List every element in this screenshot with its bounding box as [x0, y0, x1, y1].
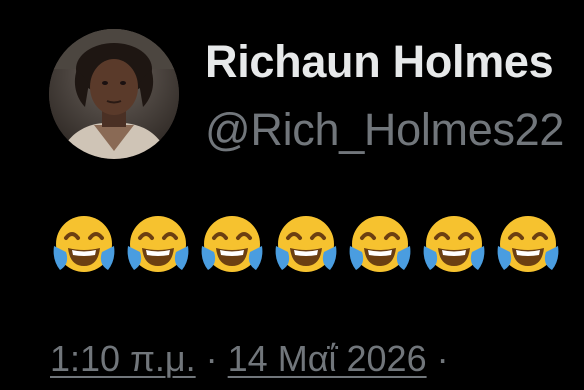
timestamp-time[interactable]: 1:10 π.μ. [50, 338, 196, 379]
face-with-tears-of-joy-icon [53, 216, 115, 272]
tweet-text [50, 208, 562, 276]
author-info: Richaun Holmes @Rich_Holmes22 [205, 34, 564, 158]
author-handle[interactable]: @Rich_Holmes22 [205, 102, 564, 158]
face-with-tears-of-joy-icon [497, 216, 559, 272]
face-with-tears-of-joy-icon [423, 216, 485, 272]
timestamp-separator: · [205, 338, 218, 379]
face-with-tears-of-joy-icon [201, 216, 263, 272]
face-with-tears-of-joy-icon [127, 216, 189, 272]
avatar-photo [49, 29, 179, 159]
trailing-separator: · [436, 338, 449, 379]
author-avatar[interactable] [49, 29, 179, 159]
tweet-timestamp: 1:10 π.μ. · 14 Μαΐ 2026 · [50, 336, 459, 382]
face-with-tears-of-joy-icon [349, 216, 411, 272]
timestamp-date[interactable]: 14 Μαΐ 2026 [228, 338, 427, 379]
face-with-tears-of-joy-icon [275, 216, 337, 272]
author-display-name[interactable]: Richaun Holmes [205, 34, 564, 90]
tweet-card: Richaun Holmes @Rich_Holmes22 1:10 π.μ. ·… [0, 0, 584, 390]
